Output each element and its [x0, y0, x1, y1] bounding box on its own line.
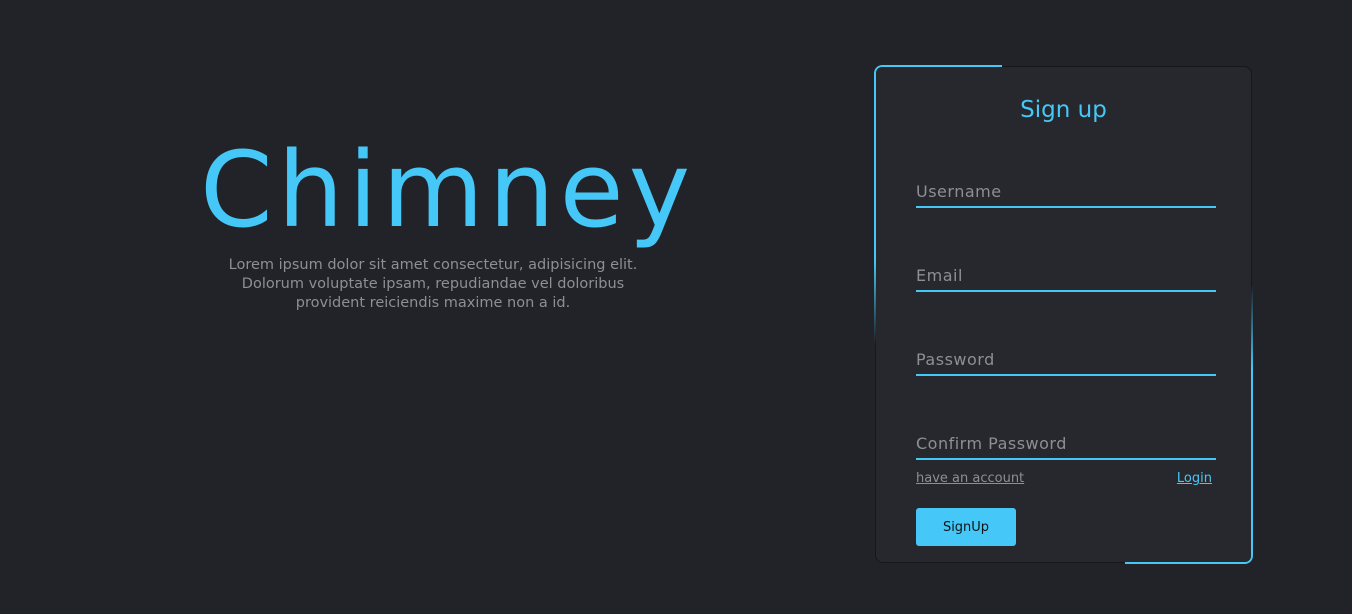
password-field-wrapper	[916, 344, 1216, 376]
account-link-row: have an account Login	[916, 471, 1212, 489]
username-input[interactable]	[916, 176, 1216, 206]
brand-title: Chimney	[200, 129, 696, 251]
card-accent-border-bottom-right	[1125, 284, 1253, 564]
confirm-password-field-wrapper	[916, 428, 1216, 460]
page: Chimney Lorem ipsum dolor sit amet conse…	[0, 0, 1352, 614]
email-input[interactable]	[916, 260, 1216, 290]
have-account-link[interactable]: have an account	[916, 471, 1024, 486]
signup-button[interactable]: SignUp	[916, 508, 1016, 546]
confirm-password-input[interactable]	[916, 428, 1216, 458]
signup-card: Sign up have an account Login SignUp	[874, 65, 1253, 564]
brand-description: Lorem ipsum dolor sit amet consectetur, …	[228, 257, 638, 311]
username-field-wrapper	[916, 176, 1216, 208]
email-field-wrapper	[916, 260, 1216, 292]
password-input[interactable]	[916, 344, 1216, 374]
login-link[interactable]: Login	[1177, 471, 1212, 486]
signup-title: Sign up	[1020, 97, 1107, 123]
brand-section: Chimney Lorem ipsum dolor sit amet conse…	[200, 128, 696, 313]
